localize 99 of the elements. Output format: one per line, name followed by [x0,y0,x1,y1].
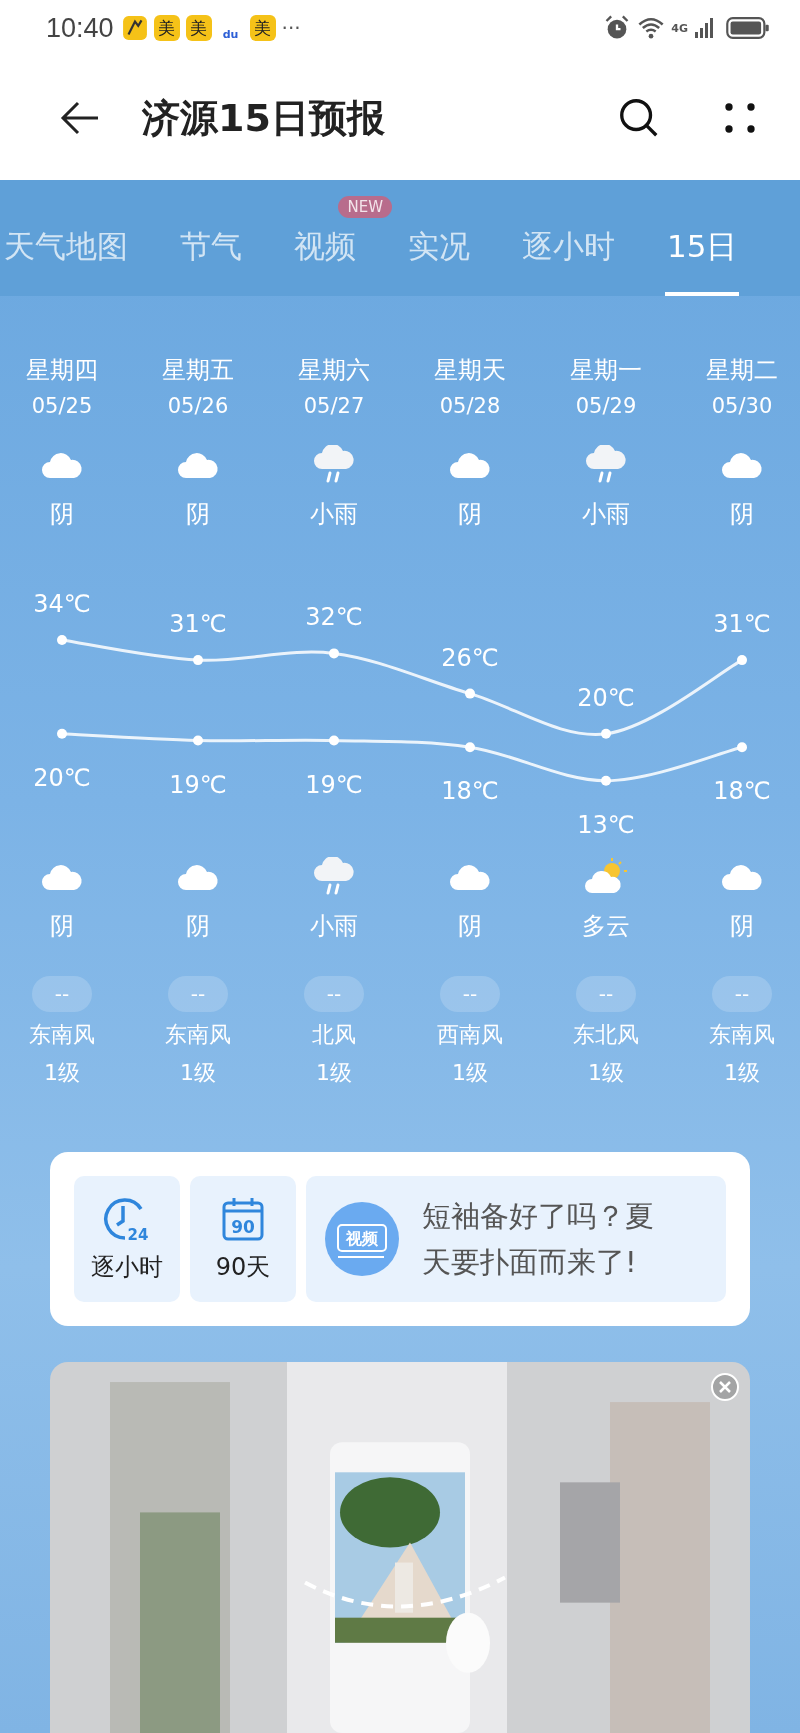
date-label: 05/30 [711,394,773,420]
wind-direction: 东北风 [573,1021,639,1049]
weekday-label: 星期六 [298,355,370,386]
date-label: 05/28 [439,394,501,420]
rain-cloud-icon [584,445,628,485]
data-point [737,655,747,666]
weekday-label: 星期四 [26,355,98,386]
cloud-icon [448,450,492,480]
air-quality-pill: -- [168,976,228,1012]
tab[interactable]: 15日 [665,180,740,296]
data-point [465,688,475,699]
weather-label: 小雨 [310,911,358,942]
cloud-icon [40,862,84,892]
wind-direction: 东南风 [165,1021,231,1049]
close-icon [710,1372,740,1402]
tab[interactable]: 实况 [406,180,472,296]
weather-label: 阴 [50,911,74,942]
data-point [329,648,339,659]
data-point [57,728,67,739]
tab[interactable]: 天气地图 [2,180,130,296]
date-label: 05/27 [303,394,365,420]
wind-level: 1级 [724,1059,760,1087]
data-point [601,728,611,739]
date-label: 05/29 [575,394,637,420]
video-promo[interactable]: 视频 短袖备好了吗？夏天要扑面而来了! [306,1176,726,1302]
weather-label: 阴 [730,499,754,530]
temperature-label: 19℃ [305,770,363,799]
temperature-label: 13℃ [577,810,635,839]
temperature-label: 20℃ [33,763,91,792]
temperature-label: 19℃ [169,770,227,799]
weather-label: 阴 [186,911,210,942]
status-time: 10:40 [46,12,114,44]
data-point [193,655,203,666]
weather-label: 阴 [458,911,482,942]
rain-cloud-icon [312,445,356,485]
shortcut-tile[interactable]: 90 90天 [190,1176,296,1302]
wind-level: 1级 [44,1059,80,1087]
cloud-icon [720,862,764,892]
more-notifications: ··· [281,16,301,40]
shortcut-tile[interactable]: 24 逐小时 [74,1176,180,1302]
cloud-icon [720,450,764,480]
temperature-label: 26℃ [441,643,499,672]
video-badge-icon: 视频 [324,1201,400,1277]
weekday-label: 星期一 [570,355,642,386]
app-notification-icon: 美 [185,15,212,41]
air-quality-pill: -- [440,976,500,1012]
date-label: 05/25 [31,394,93,420]
data-point [193,735,203,746]
weekday-label: 星期五 [162,355,234,386]
new-badge: NEW [338,196,392,218]
weather-label: 阴 [50,499,74,530]
air-quality-pill: -- [32,976,92,1012]
wind-direction: 西南风 [437,1021,503,1049]
wind-level: 1级 [180,1059,216,1087]
wind-level: 1级 [452,1059,488,1087]
air-quality-pill: -- [712,976,772,1012]
battery-icon [726,16,770,40]
wind-direction: 北风 [312,1021,356,1049]
cloud-icon [40,450,84,480]
temperature-label: 31℃ [713,610,771,639]
wind-level: 1级 [588,1059,624,1087]
cloud-icon [176,862,220,892]
cloud-icon [448,862,492,892]
signal-icon [694,16,714,40]
tab[interactable]: 逐小时 [520,180,617,296]
weather-label: 阴 [458,499,482,530]
weather-label: 阴 [186,499,210,530]
cloud-icon [176,450,220,480]
wind-direction: 东南风 [709,1021,775,1049]
weather-label: 小雨 [310,499,358,530]
data-point [737,742,747,753]
network-type: 4G [671,21,688,35]
temperature-label: 20℃ [577,683,635,712]
weekday-label: 星期天 [434,355,506,386]
paw-notification-icon: du [217,15,244,41]
tab[interactable]: 节气 [178,180,244,296]
data-point [601,775,611,786]
temperature-label: 34℃ [33,590,91,618]
date-label: 05/26 [167,394,229,420]
data-point [465,742,475,753]
weather-label: 阴 [730,911,754,942]
data-point [57,635,67,645]
page-title: 济源15日预报 [142,94,385,142]
rain-cloud-icon [312,857,356,897]
weather-label: 小雨 [582,499,630,530]
air-quality-pill: -- [576,976,636,1012]
data-point [329,735,339,746]
air-quality-pill: -- [304,976,364,1012]
wind-direction: 东南风 [29,1021,95,1049]
weather-label: 多云 [582,911,630,942]
temperature-label: 18℃ [713,777,771,806]
temperature-label: 32℃ [305,603,363,632]
weekday-label: 星期二 [706,355,778,386]
app-notification-icon: 美 [153,15,180,41]
app-notification-icon [121,15,148,41]
wind-level: 1级 [316,1059,352,1087]
app-notification-icon: 美 [249,15,276,41]
temperature-label: 31℃ [169,610,227,639]
temperature-label: 18℃ [441,777,499,806]
